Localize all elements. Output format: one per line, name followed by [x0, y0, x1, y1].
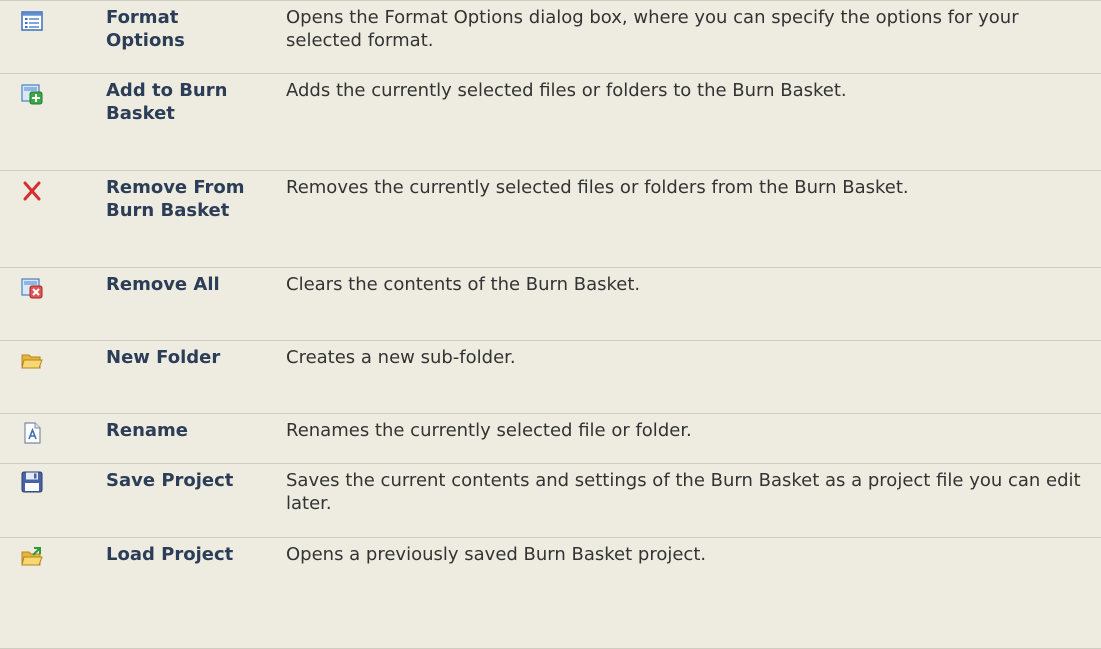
table-row: Rename Renames the currently selected fi…	[0, 413, 1101, 463]
new-folder-icon	[20, 349, 44, 373]
button-name: Save Project	[106, 470, 234, 491]
remove-x-icon	[20, 179, 44, 203]
button-description: Clears the contents of the Burn Basket.	[286, 274, 641, 295]
table-row: Add to Burn Basket Adds the currently se…	[0, 73, 1101, 170]
table-row: Load Project Opens a previously saved Bu…	[0, 537, 1101, 649]
button-name: New Folder	[106, 347, 221, 368]
button-name: Format Options	[106, 7, 185, 51]
save-disk-icon	[20, 470, 44, 494]
remove-all-icon	[20, 276, 44, 300]
add-to-basket-icon	[20, 82, 44, 106]
button-description: Renames the currently selected file or f…	[286, 420, 692, 441]
button-name: Add to Burn Basket	[106, 80, 228, 124]
button-name: Remove From Burn Basket	[106, 177, 245, 221]
table-row: Format Options Opens the Format Options …	[0, 0, 1101, 73]
button-description: Adds the currently selected files or fol…	[286, 80, 847, 101]
button-name: Remove All	[106, 274, 220, 295]
table-row: Remove All Clears the contents of the Bu…	[0, 267, 1101, 340]
table-row: New Folder Creates a new sub-folder.	[0, 340, 1101, 413]
format-options-icon	[20, 9, 44, 33]
toolbar-buttons-table: Format Options Opens the Format Options …	[0, 0, 1101, 649]
button-description: Opens the Format Options dialog box, whe…	[286, 7, 1019, 51]
button-name: Rename	[106, 420, 188, 441]
button-description: Opens a previously saved Burn Basket pro…	[286, 544, 707, 565]
table-row: Remove From Burn Basket Removes the curr…	[0, 170, 1101, 267]
button-name: Load Project	[106, 544, 234, 565]
button-description: Creates a new sub-folder.	[286, 347, 516, 368]
rename-icon	[20, 421, 44, 445]
button-description: Saves the current contents and settings …	[286, 470, 1081, 514]
button-description: Removes the currently selected files or …	[286, 177, 909, 198]
table-row: Save Project Saves the current contents …	[0, 463, 1101, 537]
load-folder-icon	[20, 546, 44, 570]
